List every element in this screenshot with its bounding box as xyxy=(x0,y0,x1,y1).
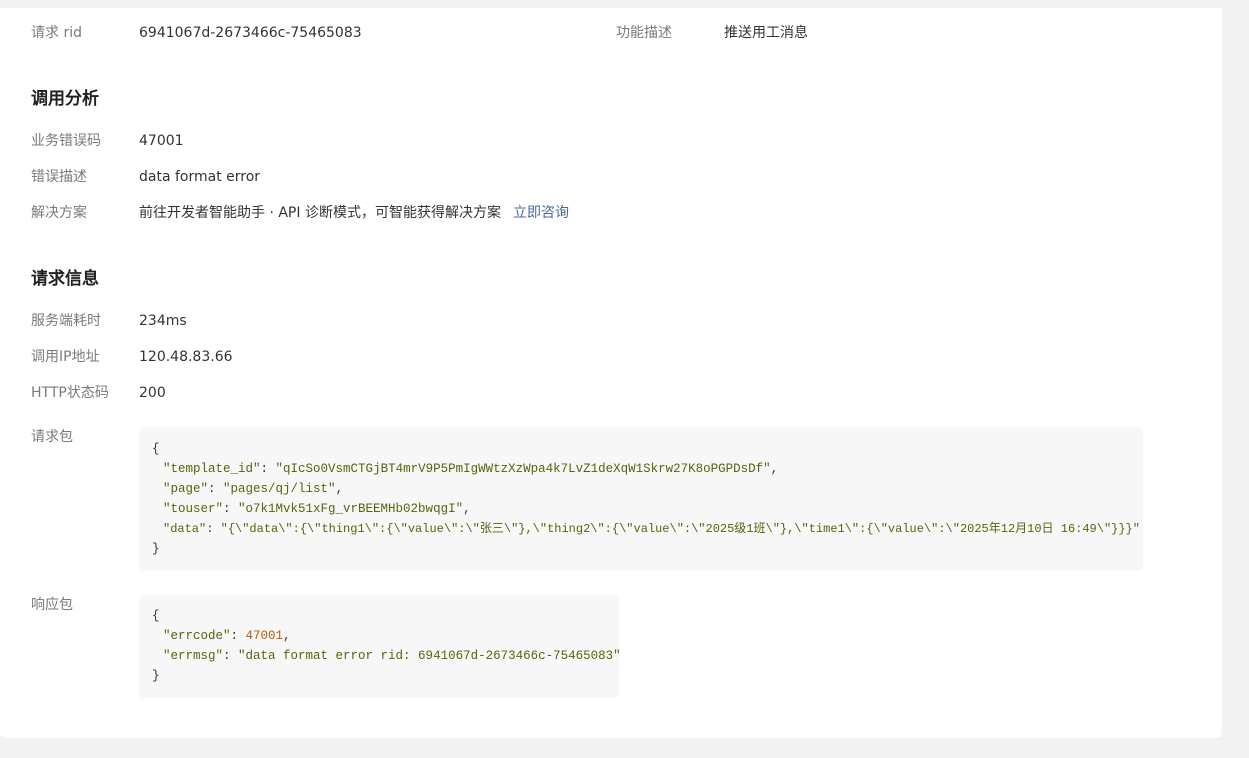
code-line: "data": "{\"data\":{\"thing1\":{\"value\… xyxy=(163,522,1140,536)
code-line: { xyxy=(152,609,160,623)
solution-value: 前往开发者智能助手 · API 诊断模式，可智能获得解决方案 xyxy=(139,205,501,221)
func-value: 推送用工消息 xyxy=(724,25,808,41)
code-line: "touser": "o7k1Mvk51xFg_vrBEEMHb02bwqgI"… xyxy=(163,502,471,516)
errcode-label: 业务错误码 xyxy=(31,133,101,149)
code-line: "page": "pages/qj/list", xyxy=(163,482,344,496)
consult-now-link[interactable]: 立即咨询 xyxy=(513,205,569,221)
code-line: "errcode": 47001, xyxy=(163,629,291,643)
solution-row: 前往开发者智能助手 · API 诊断模式，可智能获得解决方案 立即咨询 xyxy=(139,203,569,223)
ip-value: 120.48.83.66 xyxy=(139,349,233,365)
http-status-label: HTTP状态码 xyxy=(31,385,109,401)
request-body-label: 请求包 xyxy=(31,429,73,445)
server-time-value: 234ms xyxy=(139,313,187,329)
code-line: { xyxy=(152,442,160,456)
response-body-code: { "errcode": 47001, "errmsg": "data form… xyxy=(139,595,621,698)
ip-label: 调用IP地址 xyxy=(31,349,100,365)
code-line: } xyxy=(152,542,160,556)
code-line: "errmsg": "data format error rid: 694106… xyxy=(163,649,621,663)
analysis-title: 调用分析 xyxy=(31,89,99,109)
request-body-code: { "template_id": "qIcSo0VsmCTGjBT4mrV9P5… xyxy=(139,427,1143,571)
func-label: 功能描述 xyxy=(616,25,672,41)
code-line: "template_id": "qIcSo0VsmCTGjBT4mrV9P5Pm… xyxy=(163,462,779,476)
rid-value: 6941067d-2673466c-75465083 xyxy=(139,25,362,41)
errdesc-value: data format error xyxy=(139,169,261,185)
http-status-value: 200 xyxy=(139,385,166,401)
code-line: } xyxy=(152,669,160,683)
errdesc-label: 错误描述 xyxy=(31,169,87,185)
response-body-label: 响应包 xyxy=(31,597,73,613)
solution-label: 解决方案 xyxy=(31,205,87,221)
errcode-value: 47001 xyxy=(139,133,184,149)
detail-card: 请求 rid 6941067d-2673466c-75465083 功能描述 推… xyxy=(0,8,1222,738)
server-time-label: 服务端耗时 xyxy=(31,313,101,329)
request-title: 请求信息 xyxy=(31,269,99,289)
rid-label: 请求 rid xyxy=(31,25,82,41)
